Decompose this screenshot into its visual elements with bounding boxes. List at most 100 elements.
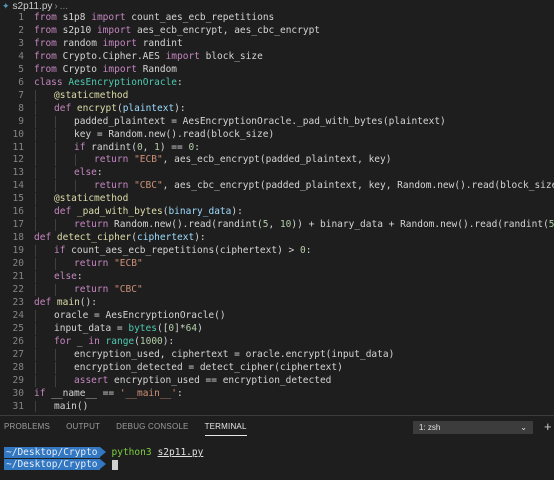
- code-line[interactable]: 14 return "CBC", aes_cbc_encrypt(padded_p…: [0, 180, 554, 193]
- code-text: @staticmethod: [54, 90, 128, 102]
- line-number: 7: [18, 89, 24, 101]
- code-token: encrypt: [76, 102, 117, 114]
- code-line[interactable]: 30 if __name__ == '__main__':: [0, 388, 554, 400]
- code-line[interactable]: 19 if count_aes_ecb_repetitions(ciphertex…: [0, 245, 554, 258]
- line-number: 6: [18, 76, 24, 88]
- code-token: from: [34, 12, 57, 23]
- code-token: randint(: [85, 141, 137, 153]
- code-line[interactable]: 4 from Crypto.Cipher.AES import block_siz…: [0, 51, 554, 63]
- code-line[interactable]: 18 def detect_cipher(ciphertext):: [0, 232, 554, 244]
- code-token: if: [34, 387, 46, 399]
- code-text: for _ in range(1000):: [54, 336, 174, 348]
- code-line[interactable]: 9 padded_plaintext = AesEncryptionOracle.…: [0, 115, 554, 128]
- code-token: ) ==: [159, 141, 189, 153]
- code-token: Random: [136, 63, 178, 75]
- terminal-select[interactable]: 1: zsh ⌄: [413, 421, 533, 434]
- code-line[interactable]: 12 return "ECB", aes_ecb_encrypt(padded_p…: [0, 154, 554, 167]
- code-token: if: [54, 245, 66, 257]
- code-text: oracle = AesEncryptionOracle(): [54, 310, 226, 322]
- code-token: count_aes_ecb_repetitions: [125, 12, 275, 23]
- code-token: , aes_ecb_encrypt(padded_plaintext, key): [162, 154, 392, 166]
- code-line[interactable]: 13 else:: [0, 167, 554, 180]
- tab-problems[interactable]: PROBLEMS: [4, 422, 50, 436]
- code-line[interactable]: 22 return "CBC": [0, 283, 554, 296]
- code-token: 5: [548, 219, 554, 231]
- code-token: from: [34, 37, 57, 49]
- indent-guide: [55, 141, 56, 154]
- indent-guide: [55, 180, 56, 193]
- code-line[interactable]: 7 @staticmethod: [0, 89, 554, 102]
- code-line[interactable]: 26 for _ in range(1000):: [0, 335, 554, 348]
- code-line[interactable]: 27 encryption_used, ciphertext = oracle.e…: [0, 348, 554, 361]
- indent-guide: [35, 167, 36, 180]
- indent-guide: [35, 219, 36, 232]
- code-text: def _pad_with_bytes(binary_data):: [54, 206, 243, 218]
- code-token: import: [102, 37, 137, 49]
- code-line[interactable]: 10 key = Random.new().read(block_size): [0, 128, 554, 141]
- code-token: import: [165, 50, 200, 62]
- code-token: ():: [79, 296, 97, 308]
- code-token: key = Random.new().read(block_size): [74, 128, 275, 140]
- code-token: "ECB": [134, 154, 163, 166]
- tab-terminal[interactable]: TERMINAL: [204, 422, 247, 436]
- code-token: AesEncryptionOracle: [68, 76, 178, 88]
- line-number: 1: [18, 12, 24, 23]
- code-token: _: [71, 335, 89, 347]
- indent-guide: [35, 102, 36, 115]
- indent-guide: [55, 128, 56, 141]
- code-token: for: [54, 335, 72, 347]
- line-number: 22: [12, 283, 24, 295]
- code-editor[interactable]: 1 from s1p8 import count_aes_ecb_repetiti…: [0, 12, 554, 412]
- code-line[interactable]: 1 from s1p8 import count_aes_ecb_repetiti…: [0, 12, 554, 24]
- terminal-argument: s2p11.py: [157, 447, 204, 458]
- code-token: detect_cipher: [56, 232, 132, 244]
- code-token: import: [96, 24, 132, 36]
- code-line[interactable]: 16 def _pad_with_bytes(binary_data):: [0, 206, 554, 219]
- panel-tabs: PROBLEMS OUTPUT DEBUG CONSOLE TERMINAL: [0, 422, 259, 436]
- code-line[interactable]: 2 from s2p10 import aes_ecb_encrypt, aes_…: [0, 25, 554, 37]
- code-token: return: [74, 258, 109, 270]
- code-token: Crypto.Cipher.AES: [56, 50, 166, 62]
- python-file-icon: ✦: [2, 0, 10, 11]
- code-line[interactable]: 21 else:: [0, 271, 554, 283]
- code-token: return: [94, 180, 129, 192]
- code-line[interactable]: 28 encryption_detected = detect_cipher(ci…: [0, 361, 554, 374]
- tab-output[interactable]: OUTPUT: [66, 422, 100, 436]
- code-token: padded_plaintext = AesEncryptionOracle._…: [74, 115, 446, 127]
- code-line[interactable]: 8 def encrypt(plaintext):: [0, 102, 554, 115]
- code-token: :: [96, 167, 103, 179]
- code-line[interactable]: 31 main(): [0, 400, 554, 413]
- line-number: 10: [12, 128, 24, 140]
- add-terminal-icon[interactable]: +: [544, 419, 552, 434]
- code-token: Random.new().read(randint(: [108, 219, 263, 231]
- code-text: main(): [54, 401, 88, 413]
- code-line[interactable]: 15 @staticmethod: [0, 193, 554, 206]
- code-text: assert encryption_used == encryption_det…: [74, 375, 331, 387]
- code-line[interactable]: 11 if randint(0, 1) == 0:: [0, 141, 554, 154]
- code-line[interactable]: 5 from Crypto import Random: [0, 64, 554, 76]
- breadcrumb-file[interactable]: s2p11.py: [13, 1, 53, 12]
- code-line[interactable]: 17 return Random.new().read(randint(5, 10…: [0, 219, 554, 232]
- code-token: s2p10: [56, 24, 97, 36]
- indent-guide: [35, 89, 36, 102]
- code-text: from s1p8 import count_aes_ecb_repetitio…: [34, 12, 274, 24]
- indent-guide: [55, 219, 56, 232]
- line-number: 21: [12, 271, 24, 282]
- code-line[interactable]: 3 from random import randint: [0, 38, 554, 50]
- tab-debug-console[interactable]: DEBUG CONSOLE: [116, 422, 188, 436]
- code-text: def detect_cipher(ciphertext):: [34, 232, 206, 244]
- indent-guide: [35, 206, 36, 219]
- code-line[interactable]: 6 class AesEncryptionOracle:: [0, 77, 554, 89]
- terminal-line: ~/Desktop/Crypto python3 s2p11.py: [4, 447, 203, 458]
- code-line[interactable]: 29 assert encryption_used == encryption_d…: [0, 374, 554, 387]
- code-line[interactable]: 20 return "ECB": [0, 258, 554, 271]
- breadcrumb-ellipsis[interactable]: ...: [60, 1, 68, 12]
- code-token: :: [177, 76, 183, 88]
- code-line[interactable]: 24 oracle = AesEncryptionOracle(): [0, 309, 554, 322]
- code-line[interactable]: 25 input_data = bytes([0]*64): [0, 322, 554, 335]
- code-line[interactable]: 23 def main():: [0, 297, 554, 309]
- indent-guide: [55, 154, 56, 167]
- code-text: return "CBC": [74, 284, 143, 296]
- line-number: 17: [12, 219, 24, 231]
- indent-guide: [55, 283, 56, 296]
